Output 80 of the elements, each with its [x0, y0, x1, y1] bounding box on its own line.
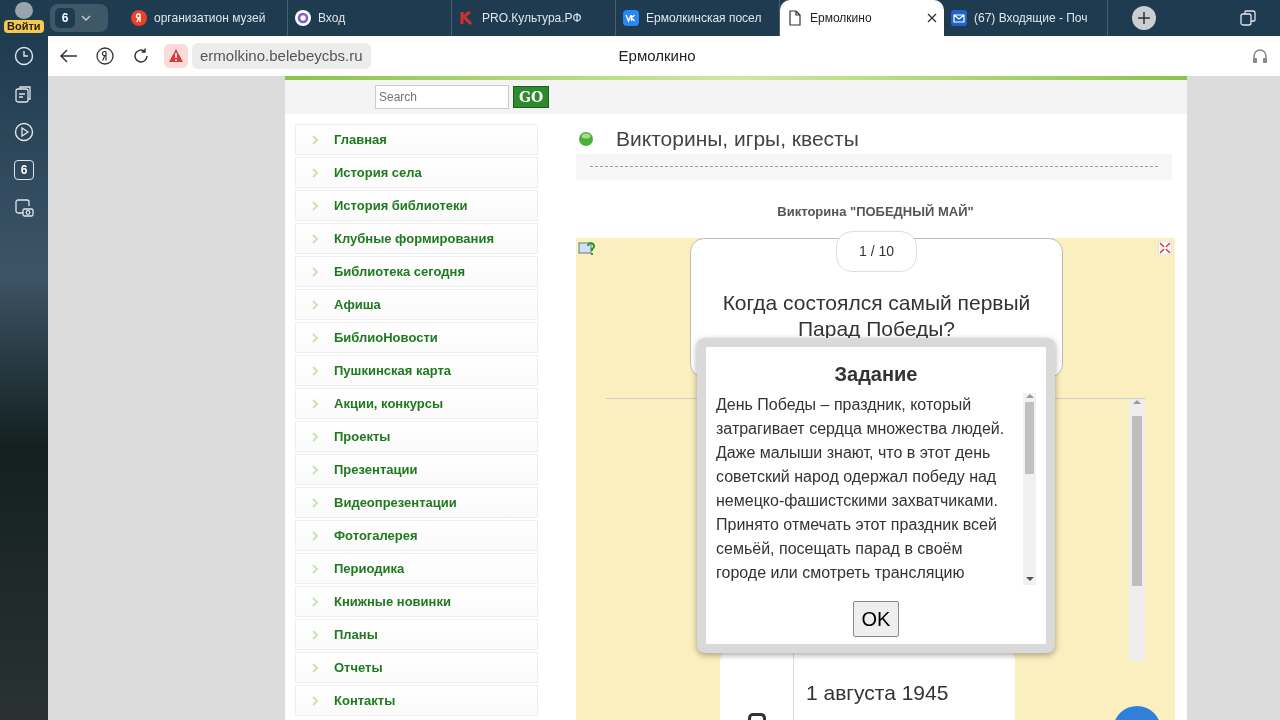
back-arrow-icon[interactable] — [60, 49, 78, 63]
search-field[interactable]: Search — [375, 85, 509, 109]
chevron-icon — [310, 464, 320, 475]
chevron-icon — [310, 167, 320, 178]
scroll-thumb[interactable] — [1132, 415, 1142, 586]
section-title: Викторины, игры, квесты — [616, 126, 859, 153]
chevron-icon — [310, 365, 320, 376]
bullet-icon — [578, 131, 594, 147]
quiz-title: Викторина "ПОБЕДНЫЙ МАЙ" — [776, 203, 975, 221]
clock-icon[interactable] — [14, 46, 34, 66]
chevron-icon — [310, 200, 320, 211]
menu-item[interactable]: Презентации — [295, 454, 538, 485]
close-icon[interactable] — [927, 13, 937, 23]
menu-item[interactable]: Отчеты — [295, 652, 538, 683]
address-field[interactable]: ermolkino.belebeycbs.ru — [192, 42, 371, 70]
menu-item[interactable]: Клубные формирования — [295, 223, 538, 254]
question-text: Когда состоялся самый первый Парад Победы? — [721, 289, 1032, 342]
menu-item[interactable]: Планы — [295, 619, 538, 650]
envelope-icon — [951, 10, 967, 26]
page-title: Ермолкино — [618, 45, 696, 66]
chevron-icon — [310, 662, 320, 673]
tab-group-button[interactable]: 6 — [50, 4, 108, 32]
plus-icon[interactable] — [1132, 6, 1156, 30]
chevron-icon — [310, 530, 320, 541]
page-icon — [787, 10, 803, 26]
chevron-icon — [310, 431, 320, 442]
menu-item[interactable]: Контакты — [295, 685, 538, 716]
menu-item[interactable]: Пушкинская карта — [295, 355, 538, 386]
question-counter: 1 / 10 — [836, 230, 917, 272]
square-logo-icon — [623, 10, 639, 26]
dialog-scrollbar[interactable] — [1023, 392, 1036, 585]
chevron-icon — [310, 497, 320, 508]
dialog-text: День Победы – праздник, который затрагивает сердца множества людей. Даже малыши знают, что в этот день советский народ одержал победу над немецко-фашистскими захватчиками. Принято отмечать этот праздник всей семьёй, посещать парад в своём городе или смотреть трансляцию — [716, 394, 1006, 583]
browser-tab[interactable]: Ермолкино — [780, 0, 944, 36]
chevron-icon — [310, 299, 320, 310]
chevron-icon — [310, 563, 320, 574]
chevron-icon — [310, 266, 320, 277]
menu-item[interactable]: Фотогалерея — [295, 520, 538, 551]
ring-logo-icon — [295, 10, 311, 26]
circled-letter-icon[interactable] — [96, 47, 114, 65]
counter-badge[interactable]: 6 — [14, 160, 34, 180]
menu-item[interactable]: Главная — [295, 124, 538, 155]
menu-item[interactable]: БиблиоНовости — [295, 322, 538, 353]
screenshot-camera-icon[interactable] — [14, 198, 34, 218]
letter-logo-icon — [459, 10, 475, 26]
scroll-up-icon[interactable] — [1025, 392, 1034, 398]
chevron-icon — [310, 398, 320, 409]
menu-item[interactable]: История села — [295, 157, 538, 188]
menu-item[interactable]: Периодика — [295, 553, 538, 584]
scroll-down-icon[interactable] — [1025, 576, 1034, 582]
help-icon[interactable] — [578, 239, 596, 258]
warning-icon[interactable] — [164, 44, 188, 68]
chevron-icon — [310, 596, 320, 607]
ok-button[interactable]: OK — [852, 600, 900, 637]
chevron-icon — [310, 233, 320, 244]
menu-item[interactable]: Афиша — [295, 289, 538, 320]
go-button[interactable]: GO — [513, 86, 550, 108]
menu-item[interactable]: Проекты — [295, 421, 538, 452]
headphones-icon[interactable] — [1252, 48, 1268, 64]
scrollbar[interactable] — [1129, 398, 1145, 661]
menu-item[interactable]: Библиотека сегодня — [295, 256, 538, 287]
circle-logo-icon — [131, 10, 147, 26]
reload-icon[interactable] — [132, 47, 150, 65]
chevron-icon — [310, 629, 320, 640]
stacked-pages-icon[interactable] — [14, 84, 34, 104]
menu-item[interactable]: Видеопрезентации — [295, 487, 538, 518]
avatar-icon[interactable] — [15, 2, 33, 19]
play-icon[interactable] — [14, 122, 34, 142]
chevron-icon — [310, 695, 320, 706]
chevron-down-icon — [81, 15, 91, 21]
menu-item[interactable]: Книжные новинки — [295, 586, 538, 617]
chevron-icon — [310, 332, 320, 343]
dialog-title: Задание — [834, 361, 918, 387]
scroll-thumb[interactable] — [1025, 401, 1034, 474]
menu-item[interactable]: Акции, конкурсы — [295, 388, 538, 419]
fullscreen-icon[interactable] — [1158, 240, 1172, 255]
chevron-icon — [310, 134, 320, 145]
login-badge[interactable]: Войти — [4, 20, 44, 33]
menu-item[interactable]: История библиотеки — [295, 190, 538, 221]
stacked-cards-icon[interactable] — [1240, 10, 1256, 26]
